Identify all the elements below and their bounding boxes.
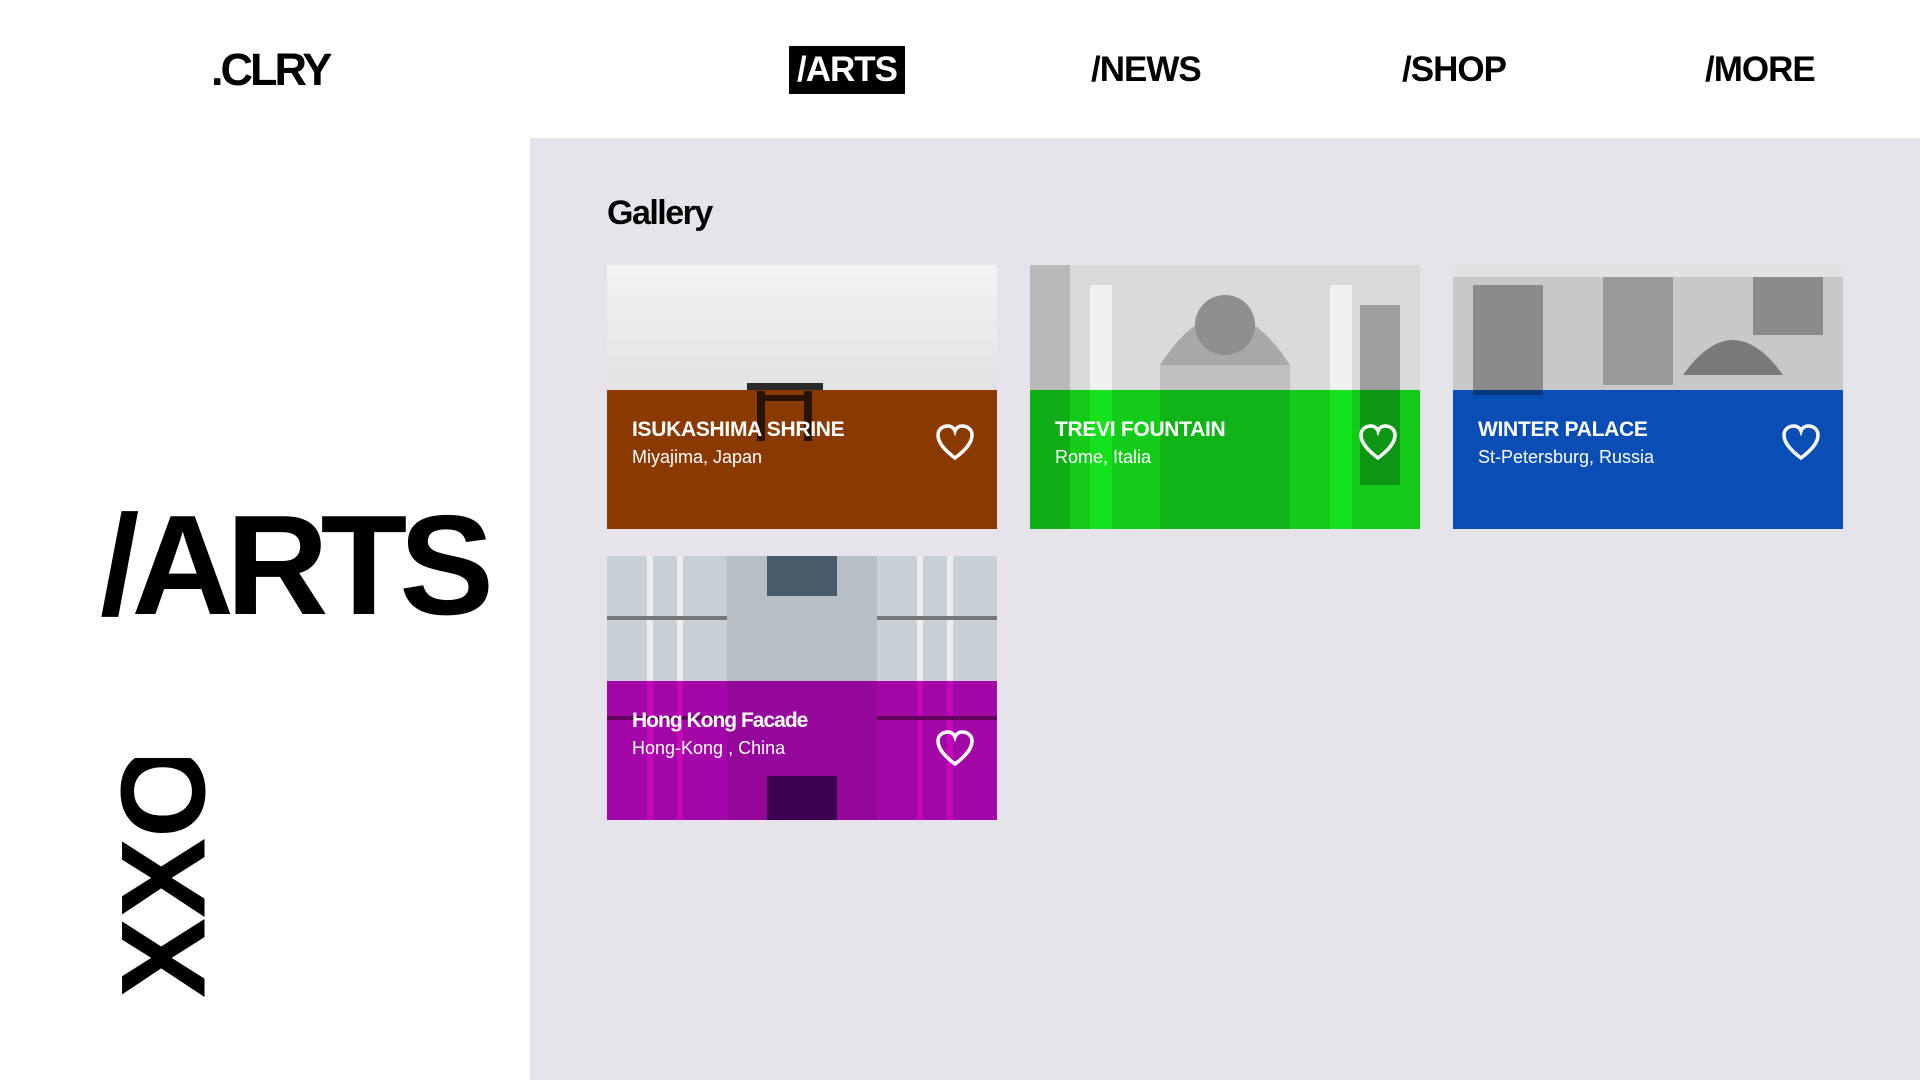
site-logo[interactable]: .CLRY xyxy=(211,44,332,96)
card-title: Hong Kong Facade xyxy=(632,709,808,732)
card-location: Rome, Italia xyxy=(1055,447,1152,467)
sidebar-mark-text: XXO xyxy=(118,758,228,998)
nav-item-shop[interactable]: /SHOP xyxy=(1394,46,1514,94)
gallery-card-winter-palace[interactable]: WINTER PALACE St-Petersburg, Russia xyxy=(1453,265,1843,529)
top-header: .CLRY /ARTS /NEWS /SHOP /MORE xyxy=(0,0,1920,138)
sidebar-title: /ARTS xyxy=(100,486,494,645)
sidebar: /ARTS XXO xyxy=(0,138,530,1080)
sidebar-mark: XXO xyxy=(118,758,228,998)
nav-item-arts[interactable]: /ARTS xyxy=(789,46,905,94)
heart-icon[interactable] xyxy=(935,423,975,461)
heart-icon[interactable] xyxy=(935,729,975,767)
nav-item-news[interactable]: /NEWS xyxy=(1083,46,1209,94)
card-title: WINTER PALACE xyxy=(1478,418,1648,441)
gallery-card-hong-kong[interactable]: Hong Kong Facade Hong-Kong , China xyxy=(607,556,997,820)
gallery-panel: Gallery ISUKASHIMA SHRINE Miyajima, Japa… xyxy=(530,138,1920,1080)
card-location: Miyajima, Japan xyxy=(632,447,763,467)
gallery-card-isukashima[interactable]: ISUKASHIMA SHRINE Miyajima, Japan xyxy=(607,265,997,529)
heart-icon[interactable] xyxy=(1781,423,1821,461)
heart-icon[interactable] xyxy=(1358,423,1398,461)
card-title: TREVI FOUNTAIN xyxy=(1055,418,1226,441)
section-title: Gallery xyxy=(607,194,713,232)
nav-item-more[interactable]: /MORE xyxy=(1697,46,1823,94)
card-location: Hong-Kong , China xyxy=(632,738,786,758)
card-title: ISUKASHIMA SHRINE xyxy=(632,418,845,441)
card-location: St-Petersburg, Russia xyxy=(1478,447,1655,467)
gallery-card-trevi[interactable]: TREVI FOUNTAIN Rome, Italia xyxy=(1030,265,1420,529)
